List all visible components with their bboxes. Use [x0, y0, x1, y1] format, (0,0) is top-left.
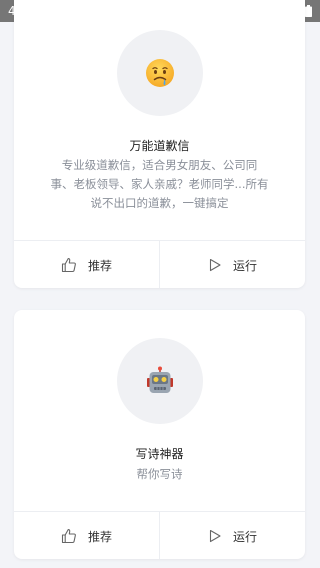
thumbs-up-icon	[61, 529, 76, 544]
run-button[interactable]: 运行	[159, 241, 305, 288]
thumbs-up-icon	[61, 258, 76, 273]
description-line: 帮你写诗	[136, 467, 183, 481]
robot-icon	[147, 366, 173, 393]
run-label: 运行	[232, 258, 257, 273]
play-icon	[209, 258, 221, 272]
app-avatar	[117, 30, 203, 116]
drooling-face-icon	[146, 59, 174, 87]
run-button[interactable]: 运行	[159, 512, 305, 559]
card-actions: 推荐 运行	[14, 240, 305, 288]
app-description: 帮你写诗	[34, 465, 285, 484]
play-icon	[209, 529, 221, 543]
run-label: 运行	[232, 529, 257, 544]
app-title: 写诗神器	[135, 447, 184, 461]
app-card: 万能道歉信 专业级道歉信，适合男女朋友、公司同 事、老板领导、家人亲戚？老师同学…	[14, 0, 305, 288]
recommend-button[interactable]: 推荐	[14, 241, 159, 288]
app-avatar	[117, 338, 203, 424]
card-actions: 推荐 运行	[14, 511, 305, 559]
app-description: 专业级道歉信，适合男女朋友、公司同 事、老板领导、家人亲戚？老师同学...所有 …	[34, 156, 285, 213]
recommend-label: 推荐	[87, 258, 112, 273]
description-line: 说不出口的道歉，一键搞定	[90, 196, 229, 210]
description-line: 专业级道歉信，适合男女朋友、公司同	[61, 158, 258, 172]
app-card: 写诗神器 帮你写诗 推荐 运行	[14, 310, 305, 559]
description-line: 事、老板领导、家人亲戚？老师同学...所有	[50, 177, 269, 191]
app-title: 万能道歉信	[129, 139, 190, 153]
recommend-label: 推荐	[87, 529, 112, 544]
battery-icon	[305, 5, 312, 17]
recommend-button[interactable]: 推荐	[14, 512, 159, 559]
